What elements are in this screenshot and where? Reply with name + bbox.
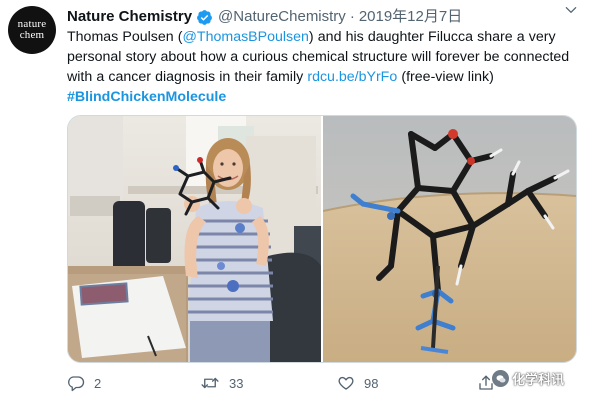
verified-badge-icon bbox=[196, 9, 213, 26]
mention-link[interactable]: @ThomasBPoulsen bbox=[183, 29, 309, 45]
handle[interactable]: @NatureChemistry bbox=[218, 7, 346, 27]
like-count: 98 bbox=[364, 375, 379, 391]
tweet-text-part: Thomas Poulsen ( bbox=[67, 29, 183, 45]
watermark-text: 化学科讯 bbox=[512, 372, 565, 387]
media-grid bbox=[67, 115, 577, 363]
hashtag-link[interactable]: #BlindChickenMolecule bbox=[67, 89, 226, 105]
retweet-icon bbox=[200, 374, 220, 392]
avatar-text-bottom: chem bbox=[19, 29, 45, 41]
watermark: 化学科讯 bbox=[492, 369, 564, 388]
article-link[interactable]: rdcu.be/bYrFo bbox=[307, 69, 397, 85]
photo-molecule-model[interactable] bbox=[323, 116, 576, 362]
reply-icon bbox=[67, 374, 85, 392]
like-icon bbox=[337, 374, 355, 392]
tweet-text-part: (free-view link) bbox=[397, 69, 494, 85]
tweet-header: Nature Chemistry @NatureChemistry · 2019… bbox=[67, 7, 583, 27]
reply-button[interactable]: 2 bbox=[67, 371, 101, 395]
tweet-date[interactable]: 2019年12月7日 bbox=[359, 7, 462, 27]
retweet-button[interactable]: 33 bbox=[200, 371, 243, 395]
wechat-icon bbox=[492, 370, 509, 387]
separator-dot: · bbox=[349, 8, 355, 25]
caret-down-icon[interactable] bbox=[563, 2, 579, 18]
photo-girl-with-model[interactable] bbox=[68, 116, 321, 362]
tweet-text: Thomas Poulsen (@ThomasBPoulsen) and his… bbox=[67, 27, 582, 107]
retweet-count: 33 bbox=[229, 375, 244, 391]
like-button[interactable]: 98 bbox=[337, 371, 378, 395]
avatar[interactable]: nature chem bbox=[8, 6, 56, 54]
reply-count: 2 bbox=[94, 375, 102, 391]
display-name[interactable]: Nature Chemistry bbox=[67, 7, 192, 27]
tweet-card[interactable]: nature chem Nature Chemistry @NatureChem… bbox=[0, 0, 591, 401]
